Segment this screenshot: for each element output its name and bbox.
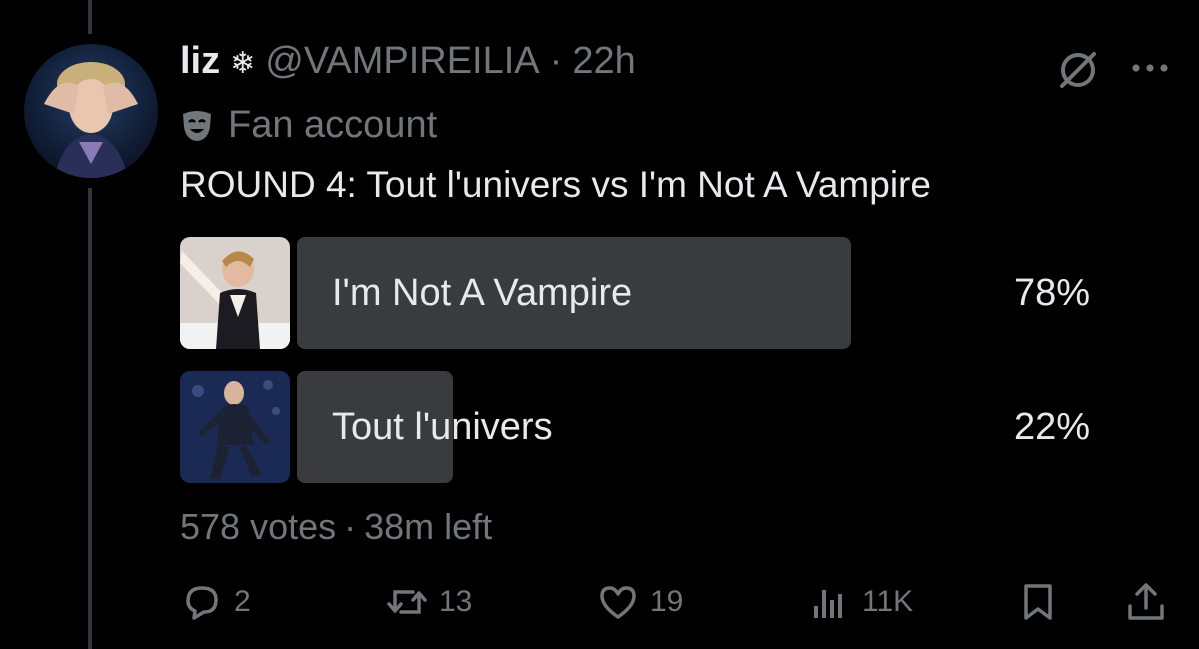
like-count: 19 xyxy=(650,585,684,618)
poll-option-2[interactable]: Tout l'univers 22% xyxy=(180,371,1090,483)
grok-icon[interactable] xyxy=(1054,46,1102,94)
tweet-text: ROUND 4: Tout l'univers vs I'm Not A Vam… xyxy=(180,164,931,205)
poll-option-1-image xyxy=(180,237,290,349)
header-separator: · xyxy=(549,40,563,82)
poll-option-1[interactable]: I'm Not A Vampire 78% xyxy=(180,237,1090,349)
views-icon xyxy=(814,590,842,618)
repost-icon xyxy=(387,590,427,614)
poll-option-1-label: I'm Not A Vampire xyxy=(332,272,633,314)
thread-line-bottom xyxy=(88,188,92,649)
poll-option-2-label: Tout l'univers xyxy=(332,406,553,448)
share-button[interactable] xyxy=(1124,572,1168,632)
account-label-text: Fan account xyxy=(228,104,438,146)
more-icon[interactable] xyxy=(1128,50,1172,86)
thread-line-top xyxy=(88,0,92,34)
repost-count: 13 xyxy=(439,585,473,618)
repost-button[interactable]: 13 xyxy=(385,572,472,632)
poll-time-left: 38m left xyxy=(364,506,493,547)
author-handle[interactable]: @VAMPIREILIA xyxy=(265,40,539,83)
reply-icon xyxy=(186,586,218,620)
action-bar: 2 13 19 11K xyxy=(180,572,1180,632)
poll-option-2-percent: 22% xyxy=(1013,406,1090,448)
poll-option-2-image xyxy=(180,371,290,483)
poll-votes: 578 votes xyxy=(180,506,337,547)
poll-meta-separator: · xyxy=(344,506,357,547)
tweet-header: liz ❄ @VAMPIREILIA · 22h xyxy=(180,40,636,96)
like-button[interactable]: 19 xyxy=(596,572,683,632)
tweet-time[interactable]: 22h xyxy=(572,40,635,83)
mask-icon xyxy=(180,109,214,143)
reply-button[interactable]: 2 xyxy=(180,572,251,632)
poll-option-1-percent: 78% xyxy=(1013,272,1090,314)
share-icon xyxy=(1128,583,1164,620)
reply-count: 2 xyxy=(234,585,251,618)
like-icon xyxy=(600,586,636,619)
account-label: Fan account xyxy=(180,104,437,147)
views-button[interactable]: 11K xyxy=(808,572,913,632)
avatar[interactable] xyxy=(24,44,158,178)
bookmark-icon xyxy=(1024,584,1052,620)
poll-meta: 578 votes · 38m left xyxy=(180,506,492,548)
bookmark-button[interactable] xyxy=(1016,572,1060,632)
views-count: 11K xyxy=(862,585,914,618)
snowflake-emoji: ❄ xyxy=(230,47,256,80)
author-name[interactable]: liz xyxy=(180,40,220,83)
